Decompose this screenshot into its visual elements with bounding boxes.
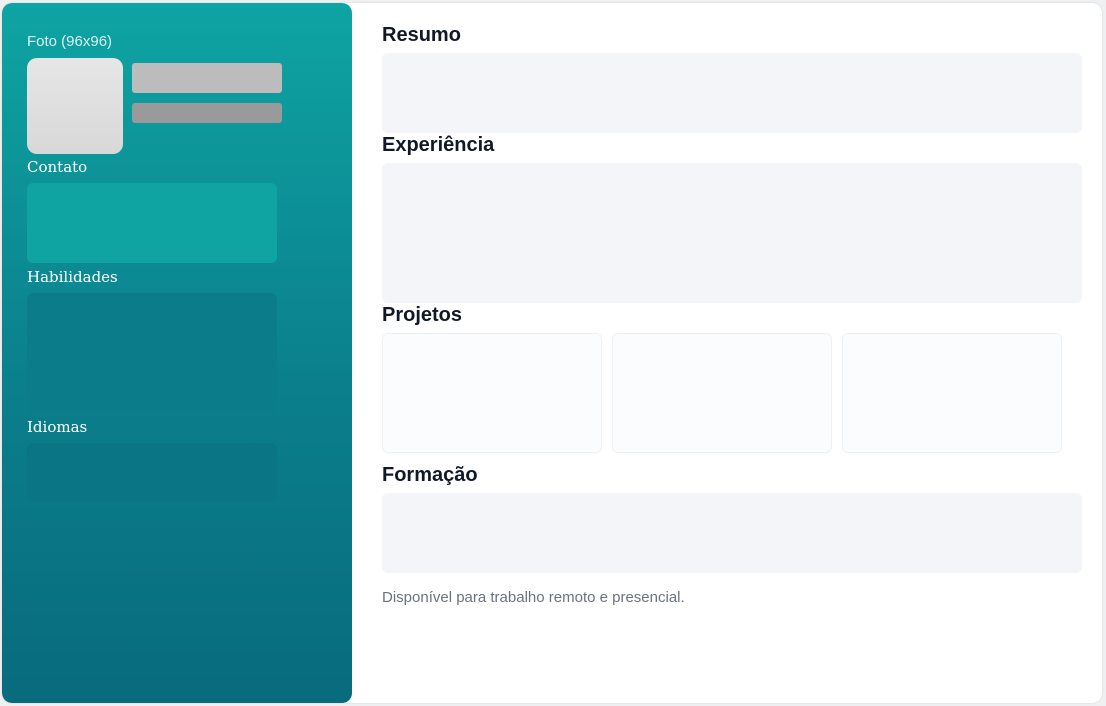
contact-heading: Contato <box>27 158 88 176</box>
job-title-placeholder <box>132 103 282 123</box>
availability-note: Disponível para trabalho remoto e presen… <box>382 589 685 606</box>
project-card <box>612 333 832 453</box>
projects-heading: Projetos <box>382 304 463 326</box>
experience-heading: Experiência <box>382 134 495 156</box>
photo-label: Foto (96x96) <box>27 33 113 50</box>
experience-box <box>382 163 1082 303</box>
skills-box <box>27 293 277 413</box>
languages-box <box>27 443 277 503</box>
skills-heading: Habilidades <box>27 268 118 286</box>
project-card <box>382 333 602 453</box>
languages-heading: Idiomas <box>27 418 88 436</box>
project-card <box>842 333 1062 453</box>
main-content: Resumo Experiência Projetos Formação Dis… <box>382 3 1082 703</box>
resume-page: Foto (96x96) Contato Habilidades Idiomas… <box>2 3 1102 703</box>
sidebar: Foto (96x96) Contato Habilidades Idiomas <box>2 3 352 703</box>
summary-heading: Resumo <box>382 24 461 46</box>
name-placeholder <box>132 63 282 93</box>
summary-box <box>382 53 1082 133</box>
education-box <box>382 493 1082 573</box>
photo-placeholder <box>27 58 123 154</box>
education-heading: Formação <box>382 464 478 486</box>
contact-box <box>27 183 277 263</box>
